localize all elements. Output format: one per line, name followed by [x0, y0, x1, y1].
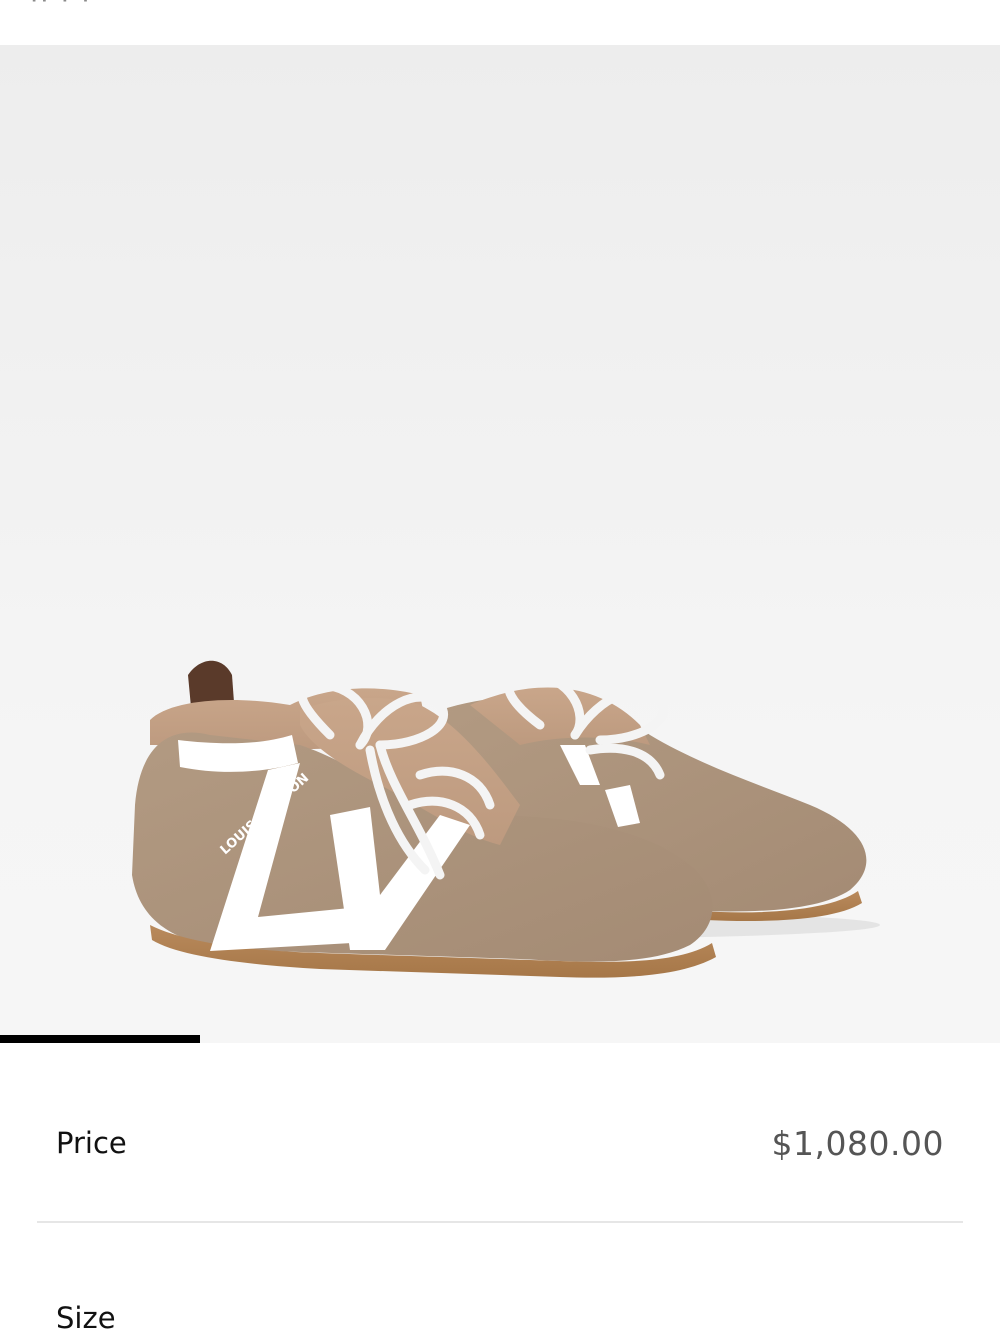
size-label: Size	[56, 1301, 116, 1333]
price-value: $1,080.00	[771, 1123, 944, 1163]
top-bar: ·· · ·	[0, 0, 1000, 45]
product-page: ·· · · LOUIS VUITTON Price $1,080.00 Siz…	[0, 0, 1000, 1333]
gallery-progress-bar	[0, 1035, 1000, 1043]
sneaker-image: LOUIS VUITTON	[132, 660, 880, 978]
price-row: Price $1,080.00	[37, 1117, 963, 1169]
gallery-progress-fill	[0, 1035, 200, 1043]
product-image-gallery[interactable]: LOUIS VUITTON	[0, 45, 1000, 1043]
size-row[interactable]: Size	[37, 1296, 963, 1333]
header-title-partial: ·· · ·	[30, 0, 92, 16]
divider	[37, 1221, 963, 1223]
price-label: Price	[56, 1126, 127, 1160]
